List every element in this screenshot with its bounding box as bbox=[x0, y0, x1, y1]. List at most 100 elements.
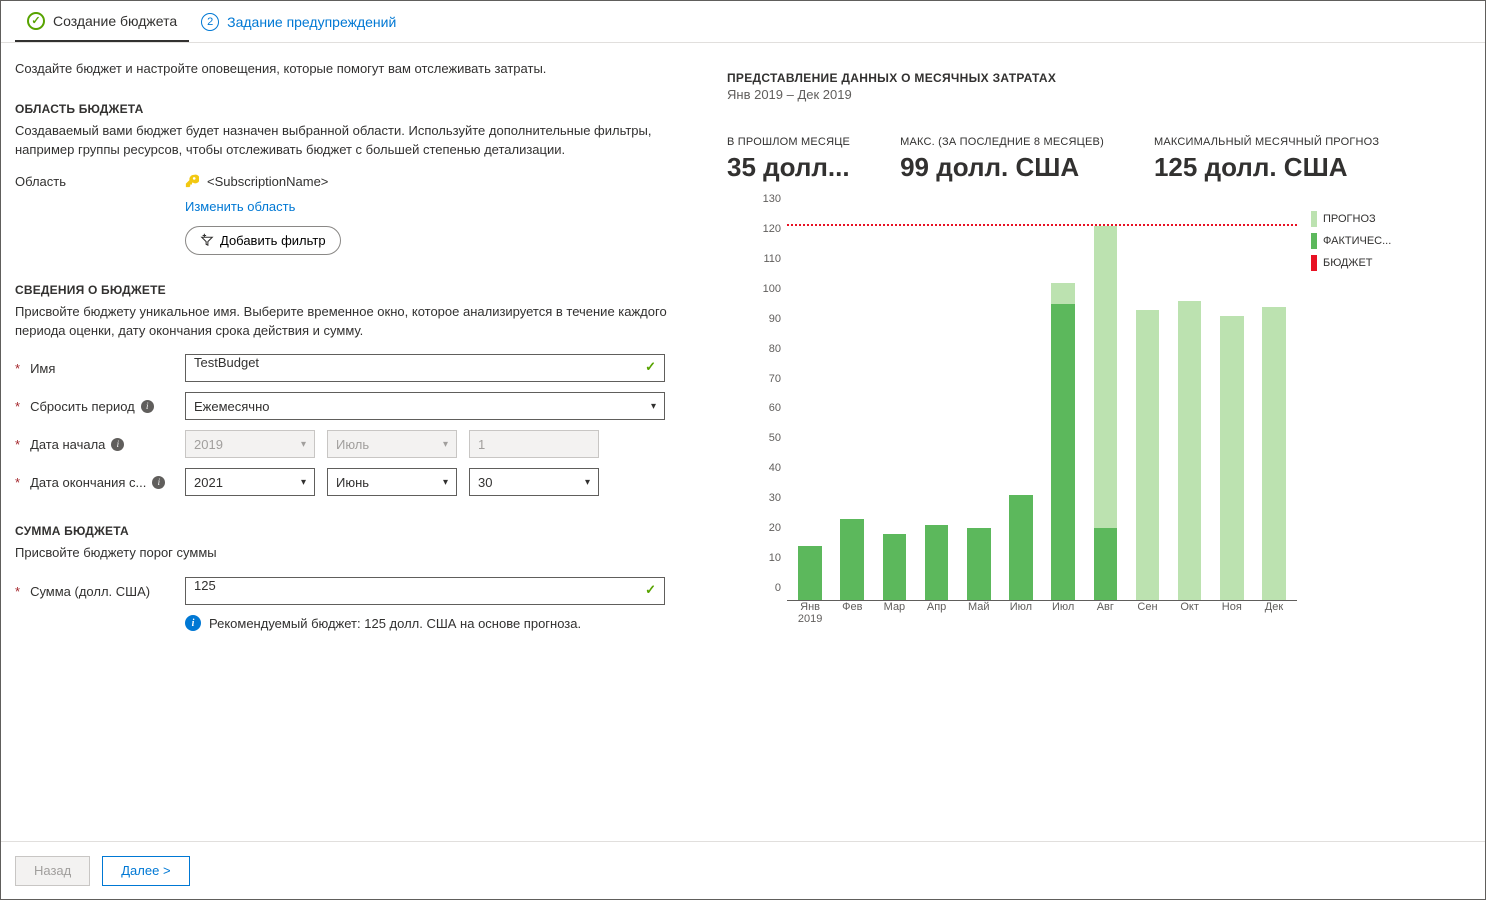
x-tick: Апр bbox=[922, 601, 952, 625]
stat-value: 125 долл. США bbox=[1154, 152, 1379, 183]
scope-value: <SubscriptionName> bbox=[207, 174, 328, 189]
swatch-icon bbox=[1311, 211, 1317, 227]
key-icon bbox=[185, 174, 199, 188]
section-title: СВЕДЕНИЯ О БЮДЖЕТЕ bbox=[15, 283, 695, 297]
name-value: TestBudget bbox=[194, 355, 259, 370]
stat-label: МАКС. (ЗА ПОСЛЕДНИЕ 8 МЕСЯЦЕВ) bbox=[900, 136, 1104, 148]
tab-set-alerts[interactable]: 2 Задание предупреждений bbox=[189, 1, 408, 42]
tab-create-budget[interactable]: ✓ Создание бюджета bbox=[15, 1, 189, 42]
actual-bar bbox=[925, 525, 949, 600]
x-tick: Ноя bbox=[1217, 601, 1247, 625]
x-tick: Фев bbox=[837, 601, 867, 625]
create-budget-page: ✓ Создание бюджета 2 Задание предупрежде… bbox=[0, 0, 1486, 900]
add-filter-label: Добавить фильтр bbox=[220, 233, 326, 248]
y-tick: 60 bbox=[737, 402, 781, 414]
add-filter-button[interactable]: Добавить фильтр bbox=[185, 226, 341, 255]
x-tick: Мар bbox=[879, 601, 909, 625]
wizard-tabs: ✓ Создание бюджета 2 Задание предупрежде… bbox=[1, 1, 1485, 43]
legend-label: ФАКТИЧЕС... bbox=[1323, 235, 1391, 247]
actual-bar bbox=[798, 546, 822, 600]
end-year-select[interactable]: 2021 ▾ bbox=[185, 468, 315, 496]
info-icon[interactable]: i bbox=[111, 438, 124, 451]
cost-chart: 0102030405060708090100110120130 Янв 2019… bbox=[727, 211, 1297, 631]
form-column: Создайте бюджет и настройте оповещения, … bbox=[15, 61, 695, 841]
bar-group bbox=[1175, 211, 1205, 600]
legend-forecast: ПРОГНОЗ bbox=[1311, 211, 1421, 227]
x-tick: Май bbox=[964, 601, 994, 625]
reset-period-label: Сбросить период bbox=[30, 399, 135, 414]
section-desc: Присвойте бюджету порог суммы bbox=[15, 544, 695, 563]
actual-bar bbox=[840, 519, 864, 600]
y-tick: 110 bbox=[737, 253, 781, 265]
y-tick: 30 bbox=[737, 492, 781, 504]
chart-legend: ПРОГНОЗ ФАКТИЧЕС... БЮДЖЕТ bbox=[1311, 211, 1421, 631]
step-number-badge: 2 bbox=[201, 13, 219, 31]
start-date-label: Дата начала bbox=[30, 437, 105, 452]
stat-max-8mo: МАКС. (ЗА ПОСЛЕДНИЕ 8 МЕСЯЦЕВ) 99 долл. … bbox=[900, 136, 1104, 183]
legend-budget: БЮДЖЕТ bbox=[1311, 255, 1421, 271]
end-month-value: Июнь bbox=[336, 475, 369, 490]
section-title: ОБЛАСТЬ БЮДЖЕТА bbox=[15, 102, 695, 116]
start-year-value: 2019 bbox=[194, 437, 223, 452]
stat-max-forecast: МАКСИМАЛЬНЫЙ МЕСЯЧНЫЙ ПРОГНОЗ 125 долл. … bbox=[1154, 136, 1379, 183]
chevron-down-icon: ▾ bbox=[301, 477, 306, 488]
y-tick: 50 bbox=[737, 432, 781, 444]
reset-period-select[interactable]: Ежемесячно ▾ bbox=[185, 392, 665, 420]
start-month-value: Июль bbox=[336, 437, 369, 452]
forecast-bar bbox=[1262, 307, 1286, 600]
next-button[interactable]: Далее > bbox=[102, 856, 189, 886]
forecast-bar bbox=[1136, 310, 1160, 600]
chevron-down-icon: ▾ bbox=[585, 477, 590, 488]
y-tick: 20 bbox=[737, 522, 781, 534]
tab-label: Задание предупреждений bbox=[227, 14, 396, 30]
intro-text: Создайте бюджет и настройте оповещения, … bbox=[15, 61, 695, 76]
recommended-budget-hint: Рекомендуемый бюджет: 125 долл. США на о… bbox=[209, 616, 581, 631]
y-tick: 130 bbox=[737, 193, 781, 205]
name-input[interactable]: TestBudget bbox=[185, 354, 665, 382]
y-tick: 40 bbox=[737, 462, 781, 474]
change-scope-link[interactable]: Изменить область bbox=[185, 199, 295, 214]
x-tick: Окт bbox=[1175, 601, 1205, 625]
tab-label: Создание бюджета bbox=[53, 13, 177, 29]
bar-group bbox=[795, 211, 825, 600]
end-month-select[interactable]: Июнь ▾ bbox=[327, 468, 457, 496]
end-day-value: 30 bbox=[478, 475, 492, 490]
footer: Назад Далее > bbox=[1, 841, 1485, 899]
x-tick: Июл bbox=[1048, 601, 1078, 625]
stats-row: В ПРОШЛОМ МЕСЯЦЕ 35 долл... МАКС. (ЗА ПО… bbox=[727, 136, 1441, 183]
actual-bar bbox=[1009, 495, 1033, 600]
funnel-plus-icon bbox=[200, 232, 214, 249]
info-icon[interactable]: i bbox=[141, 400, 154, 413]
y-tick: 100 bbox=[737, 283, 781, 295]
stat-label: МАКСИМАЛЬНЫЙ МЕСЯЧНЫЙ ПРОГНОЗ bbox=[1154, 136, 1379, 148]
end-date-label: Дата окончания с... bbox=[30, 475, 146, 490]
chart-wrap: 0102030405060708090100110120130 Янв 2019… bbox=[727, 211, 1441, 631]
preview-title: ПРЕДСТАВЛЕНИЕ ДАННЫХ О МЕСЯЧНЫХ ЗАТРАТАХ bbox=[727, 71, 1441, 85]
x-tick: Июл bbox=[1006, 601, 1036, 625]
amount-label: Сумма (долл. США) bbox=[30, 584, 150, 599]
section-details: СВЕДЕНИЯ О БЮДЖЕТЕ Присвойте бюджету уни… bbox=[15, 283, 695, 497]
x-tick: Сен bbox=[1132, 601, 1162, 625]
end-year-value: 2021 bbox=[194, 475, 223, 490]
bar-group bbox=[1217, 211, 1247, 600]
chevron-down-icon: ▾ bbox=[443, 477, 448, 488]
legend-label: ПРОГНОЗ bbox=[1323, 213, 1376, 225]
checkmark-icon: ✓ bbox=[27, 12, 45, 30]
actual-bar bbox=[1051, 304, 1075, 600]
bar-group bbox=[837, 211, 867, 600]
end-day-select[interactable]: 30 ▾ bbox=[469, 468, 599, 496]
stat-value: 99 долл. США bbox=[900, 152, 1104, 183]
chevron-down-icon: ▾ bbox=[443, 439, 448, 450]
bar-group bbox=[922, 211, 952, 600]
forecast-bar bbox=[1220, 316, 1244, 600]
stat-label: В ПРОШЛОМ МЕСЯЦЕ bbox=[727, 136, 850, 148]
amount-input[interactable]: 125 bbox=[185, 577, 665, 605]
section-desc: Присвойте бюджету уникальное имя. Выбери… bbox=[15, 303, 695, 341]
legend-actual: ФАКТИЧЕС... bbox=[1311, 233, 1421, 249]
info-icon[interactable]: i bbox=[152, 476, 165, 489]
preview-subtitle: Янв 2019 – Дек 2019 bbox=[727, 87, 1441, 102]
x-tick: Янв 2019 bbox=[795, 601, 825, 625]
forecast-bar bbox=[1178, 301, 1202, 600]
bar-group bbox=[1006, 211, 1036, 600]
start-day-value: 1 bbox=[478, 437, 485, 452]
